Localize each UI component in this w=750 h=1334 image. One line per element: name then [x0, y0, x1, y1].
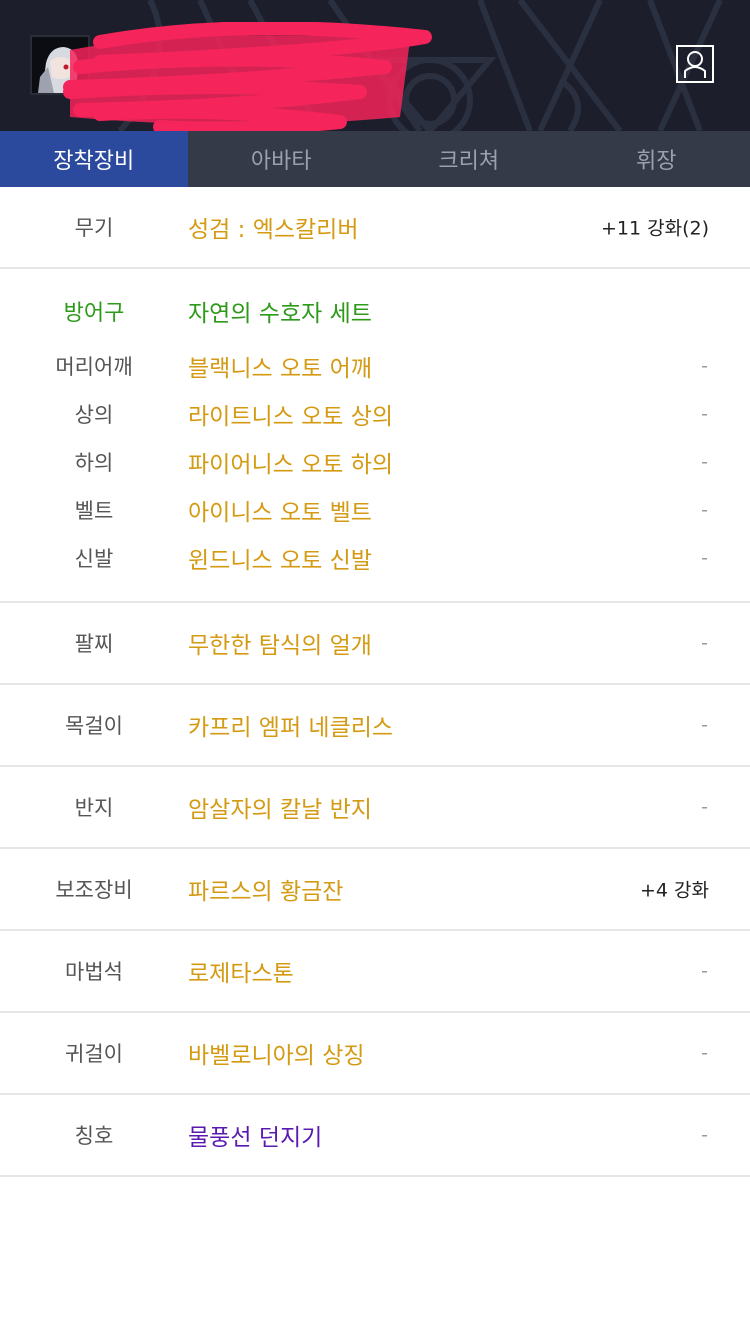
equipment-row-weapon[interactable]: 무기 성검 : 엑스칼리버 +11 강화(2): [0, 187, 750, 269]
set-name: 자연의 수호자 세트: [188, 301, 372, 327]
item-name: 암살자의 칼날 반지: [188, 797, 372, 823]
tab-equipment[interactable]: 장착장비: [0, 131, 188, 187]
equipment-row-magicstone[interactable]: 마법석 로제타스톤 -: [0, 931, 750, 1013]
enhance-value: -: [701, 1042, 708, 1064]
tab-emblem[interactable]: 휘장: [563, 131, 750, 187]
slot-label: 머리어깨: [55, 355, 133, 379]
armor-set-header[interactable]: 방어구 자연의 수호자 세트: [0, 291, 750, 331]
item-name: 무한한 탐식의 얼개: [188, 633, 372, 659]
slot-label: 벨트: [74, 499, 114, 523]
enhance-value: -: [701, 796, 708, 818]
enhance-value: -: [701, 355, 708, 377]
item-name: 아이니스 오토 벨트: [188, 500, 372, 526]
equipment-row-title[interactable]: 칭호 물풍선 던지기 -: [0, 1095, 750, 1177]
armor-row-top[interactable]: 상의 라이트니스 오토 상의 -: [0, 394, 750, 434]
slot-label: 무기: [74, 216, 114, 240]
slot-label: 보조장비: [55, 878, 133, 902]
slot-label: 마법석: [65, 960, 123, 984]
item-name: 성검 : 엑스칼리버: [188, 217, 359, 243]
slot-label: 신발: [74, 547, 114, 571]
item-name: 카프리 엠퍼 네클리스: [188, 715, 394, 741]
armor-row-shoulder[interactable]: 머리어깨 블랙니스 오토 어깨 -: [0, 346, 750, 386]
item-name: 라이트니스 오토 상의: [188, 404, 394, 430]
tab-creature[interactable]: 크리쳐: [375, 131, 563, 187]
slot-label: 하의: [74, 451, 114, 475]
equipment-row-bracelet[interactable]: 팔찌 무한한 탐식의 얼개 -: [0, 603, 750, 685]
slot-label: 목걸이: [65, 714, 123, 738]
equipment-row-subequip[interactable]: 보조장비 파르스의 황금잔 +4 강화: [0, 849, 750, 931]
item-name: 파이어니스 오토 하의: [188, 452, 394, 478]
enhance-value: -: [701, 403, 708, 425]
profile-icon: [684, 51, 706, 78]
profile-header: [0, 0, 750, 131]
enhance-value: -: [701, 451, 708, 473]
item-name: 로제타스톤: [188, 961, 294, 987]
item-name: 윈드니스 오토 신발: [188, 548, 372, 574]
item-name: 바벨로니아의 상징: [188, 1043, 365, 1069]
item-name: 파르스의 황금잔: [188, 879, 344, 905]
enhance-value: -: [701, 499, 708, 521]
armor-row-bottom[interactable]: 하의 파이어니스 오토 하의 -: [0, 442, 750, 482]
slot-label: 방어구: [63, 301, 125, 326]
slot-label: 상의: [74, 403, 114, 427]
equipment-row-ring[interactable]: 반지 암살자의 칼날 반지 -: [0, 767, 750, 849]
enhance-value: -: [701, 960, 708, 982]
slot-label: 칭호: [74, 1124, 114, 1148]
slot-label: 귀걸이: [65, 1042, 123, 1066]
armor-row-shoes[interactable]: 신발 윈드니스 오토 신발 -: [0, 538, 750, 578]
slot-label: 반지: [74, 796, 114, 820]
tab-avatar[interactable]: 아바타: [188, 131, 376, 187]
item-name: 블랙니스 오토 어깨: [188, 356, 372, 382]
enhance-value: +11 강화(2): [600, 217, 709, 240]
armor-row-belt[interactable]: 벨트 아이니스 오토 벨트 -: [0, 490, 750, 530]
enhance-value: -: [701, 714, 708, 736]
tab-bar: 장착장비 아바타 크리쳐 휘장: [0, 131, 750, 187]
profile-button[interactable]: [676, 45, 714, 83]
armor-group: 방어구 자연의 수호자 세트 머리어깨 블랙니스 오토 어깨 - 상의 라이트니…: [0, 269, 750, 603]
enhance-value: -: [701, 632, 708, 654]
item-name: 물풍선 던지기: [188, 1125, 323, 1151]
enhance-value: -: [701, 547, 708, 569]
equipment-row-necklace[interactable]: 목걸이 카프리 엠퍼 네클리스 -: [0, 685, 750, 767]
redaction-scribble: [63, 22, 432, 131]
enhance-value: +4 강화: [639, 879, 709, 902]
equipment-row-earring[interactable]: 귀걸이 바벨로니아의 상징 -: [0, 1013, 750, 1095]
enhance-value: -: [701, 1124, 708, 1146]
slot-label: 팔찌: [74, 632, 114, 656]
